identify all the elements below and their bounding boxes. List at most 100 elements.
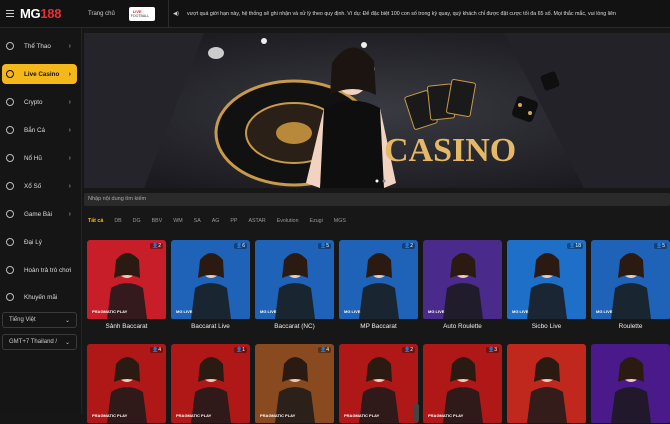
logo-suffix: 188 [40,6,62,21]
game-name[interactable]: Sicbo Live [507,323,586,330]
chevron-right-icon: › [68,210,71,218]
game-thumbnail [423,344,502,423]
provider-tab[interactable]: ASTAR [248,218,265,224]
sidebar-item-label: Khuyến mãi [24,293,58,301]
select-value: GMT+7 Thailand / [9,339,58,345]
sidebar-item-8[interactable]: Hoàn trả trò chơi [2,260,77,280]
chevron-right-icon: › [68,42,71,50]
game-name[interactable]: Sảnh Baccarat [87,323,166,330]
announcement-ticker: ◀) vượt quá giới hạn này, hệ thống sẽ gh… [168,0,670,28]
game-card[interactable] [507,344,586,424]
provider-tab[interactable]: DB [114,218,121,224]
game-card[interactable] [591,344,670,424]
logo[interactable]: MG188 [20,6,61,21]
game-thumbnail [507,344,586,423]
provider-brand: MG LIVE [260,309,277,314]
player-count-badge: 👤5 [653,243,667,249]
provider-tab[interactable]: AG [212,218,220,224]
game-name[interactable]: Roulette [591,323,670,330]
game-card[interactable]: 👤3 PRAGMATIC PLAY [423,344,502,424]
provider-tab[interactable]: MGS [334,218,346,224]
game-thumbnail [339,240,418,319]
language-select[interactable]: Tiếng Việt ⌄ [2,312,77,328]
provider-tab[interactable]: DG [133,218,141,224]
game-name[interactable]: MP Baccarat [339,323,418,330]
game-card[interactable]: 👤2 PRAGMATIC PLAY [339,344,418,424]
chevron-down-icon: ⌄ [64,339,70,346]
sidebar-item-label: Hoàn trả trò chơi [24,266,72,274]
sidebar-item-label: Crypto [24,98,43,106]
chevron-right-icon: › [68,98,71,106]
fish-icon [6,126,14,134]
provider-tab[interactable]: Ezugi [310,218,323,224]
provider-tab[interactable]: Evolution [277,218,299,224]
provider-tab[interactable]: SA [194,218,201,224]
game-thumbnail [87,344,166,423]
provider-brand: PRAGMATIC PLAY [92,309,128,314]
game-thumbnail [255,344,334,423]
live-football-badge[interactable]: LIVE FOOTBALL [128,7,155,21]
sidebar-item-1[interactable]: Live Casino › [2,64,77,84]
player-count-badge: 👤2 [401,243,415,249]
top-bar: MG188 Trang chủ LIVE FOOTBALL ◀) vượt qu… [0,0,670,28]
provider-tab[interactable]: PP [230,218,237,224]
sidebar-item-2[interactable]: Crypto › [2,92,77,112]
game-name[interactable]: Auto Roulette [423,323,502,330]
player-count-badge: 👤2 [149,243,163,249]
refund-icon [6,266,14,274]
game-card[interactable]: 👤6 MG LIVE [171,240,250,320]
soccer-ball-icon [6,42,14,50]
player-count-badge: 👤2 [401,347,415,353]
live-badge-bottom: FOOTBALL [130,14,150,18]
top-nav: Trang chủ LIVE FOOTBALL [88,0,155,28]
sidebar-item-7[interactable]: Đại Lý [2,232,77,252]
player-count-badge: 👤18 [567,243,583,249]
game-card[interactable]: MG LIVE [423,240,502,320]
search-input[interactable]: Nhập nội dung tìm kiếm [84,193,670,206]
banner-title: CASINO [384,132,516,169]
game-thumbnail [423,240,502,319]
game-name[interactable]: Baccarat (NC) [255,323,334,330]
casino-banner[interactable]: CASINO [84,33,670,188]
sidebar-item-9[interactable]: Khuyến mãi [2,287,77,307]
menu-icon[interactable] [6,10,14,17]
game-card[interactable]: 👤2 PRAGMATIC PLAY [87,240,166,320]
sidebar-item-0[interactable]: Thể Thao › [2,36,77,56]
nav-home-link[interactable]: Trang chủ [88,11,115,17]
main-content: CASINO Nhập nội dung tìm kiếm Tất cả DB DG… [82,28,670,423]
timezone-select[interactable]: GMT+7 Thailand / ⌄ [2,334,77,350]
player-count-badge: 👤3 [485,347,499,353]
game-thumbnail [171,344,250,423]
player-count-badge: 👤4 [317,347,331,353]
game-thumbnail [591,240,670,319]
player-count-badge: 👤4 [149,347,163,353]
provider-tab[interactable]: BBV [152,218,163,224]
scrollbar[interactable] [414,404,419,422]
game-card[interactable]: 👤18 MG LIVE [507,240,586,320]
game-thumbnail [339,344,418,423]
game-card[interactable]: 👤4 PRAGMATIC PLAY [255,344,334,424]
provider-tab[interactable]: WM [173,218,182,224]
slot-icon [6,154,14,162]
chevron-down-icon: ⌄ [64,317,70,324]
game-card[interactable]: 👤5 MG LIVE [255,240,334,320]
provider-tab[interactable]: Tất cả [88,218,103,224]
game-card[interactable]: 👤4 PRAGMATIC PLAY [87,344,166,424]
game-card[interactable]: 👤2 MG LIVE [339,240,418,320]
game-name[interactable]: Baccarat Live [171,323,250,330]
sidebar-item-6[interactable]: Game Bài › [2,204,77,224]
sidebar-item-4[interactable]: Nổ Hũ › [2,148,77,168]
sidebar: Thể Thao › Live Casino › Crypto › Bắn Cá › Nổ Hũ… [0,28,82,414]
game-card[interactable]: 👤5 MG LIVE [591,240,670,320]
provider-brand: MG LIVE [596,309,613,314]
live-casino-icon [6,70,14,78]
chevron-right-icon: › [68,70,71,78]
sidebar-item-label: Bắn Cá [24,126,46,134]
chevron-right-icon: › [68,182,71,190]
chevron-right-icon: › [68,126,71,134]
sidebar-item-3[interactable]: Bắn Cá › [2,120,77,140]
sidebar-item-label: Đại Lý [24,238,42,246]
sidebar-item-5[interactable]: Xổ Số › [2,176,77,196]
game-card[interactable]: 👤1 PRAGMATIC PLAY [171,344,250,424]
provider-tabs: Tất cả DB DG BBV WM SA AG PP ASTAR Evolution Ezugi… [82,218,346,224]
